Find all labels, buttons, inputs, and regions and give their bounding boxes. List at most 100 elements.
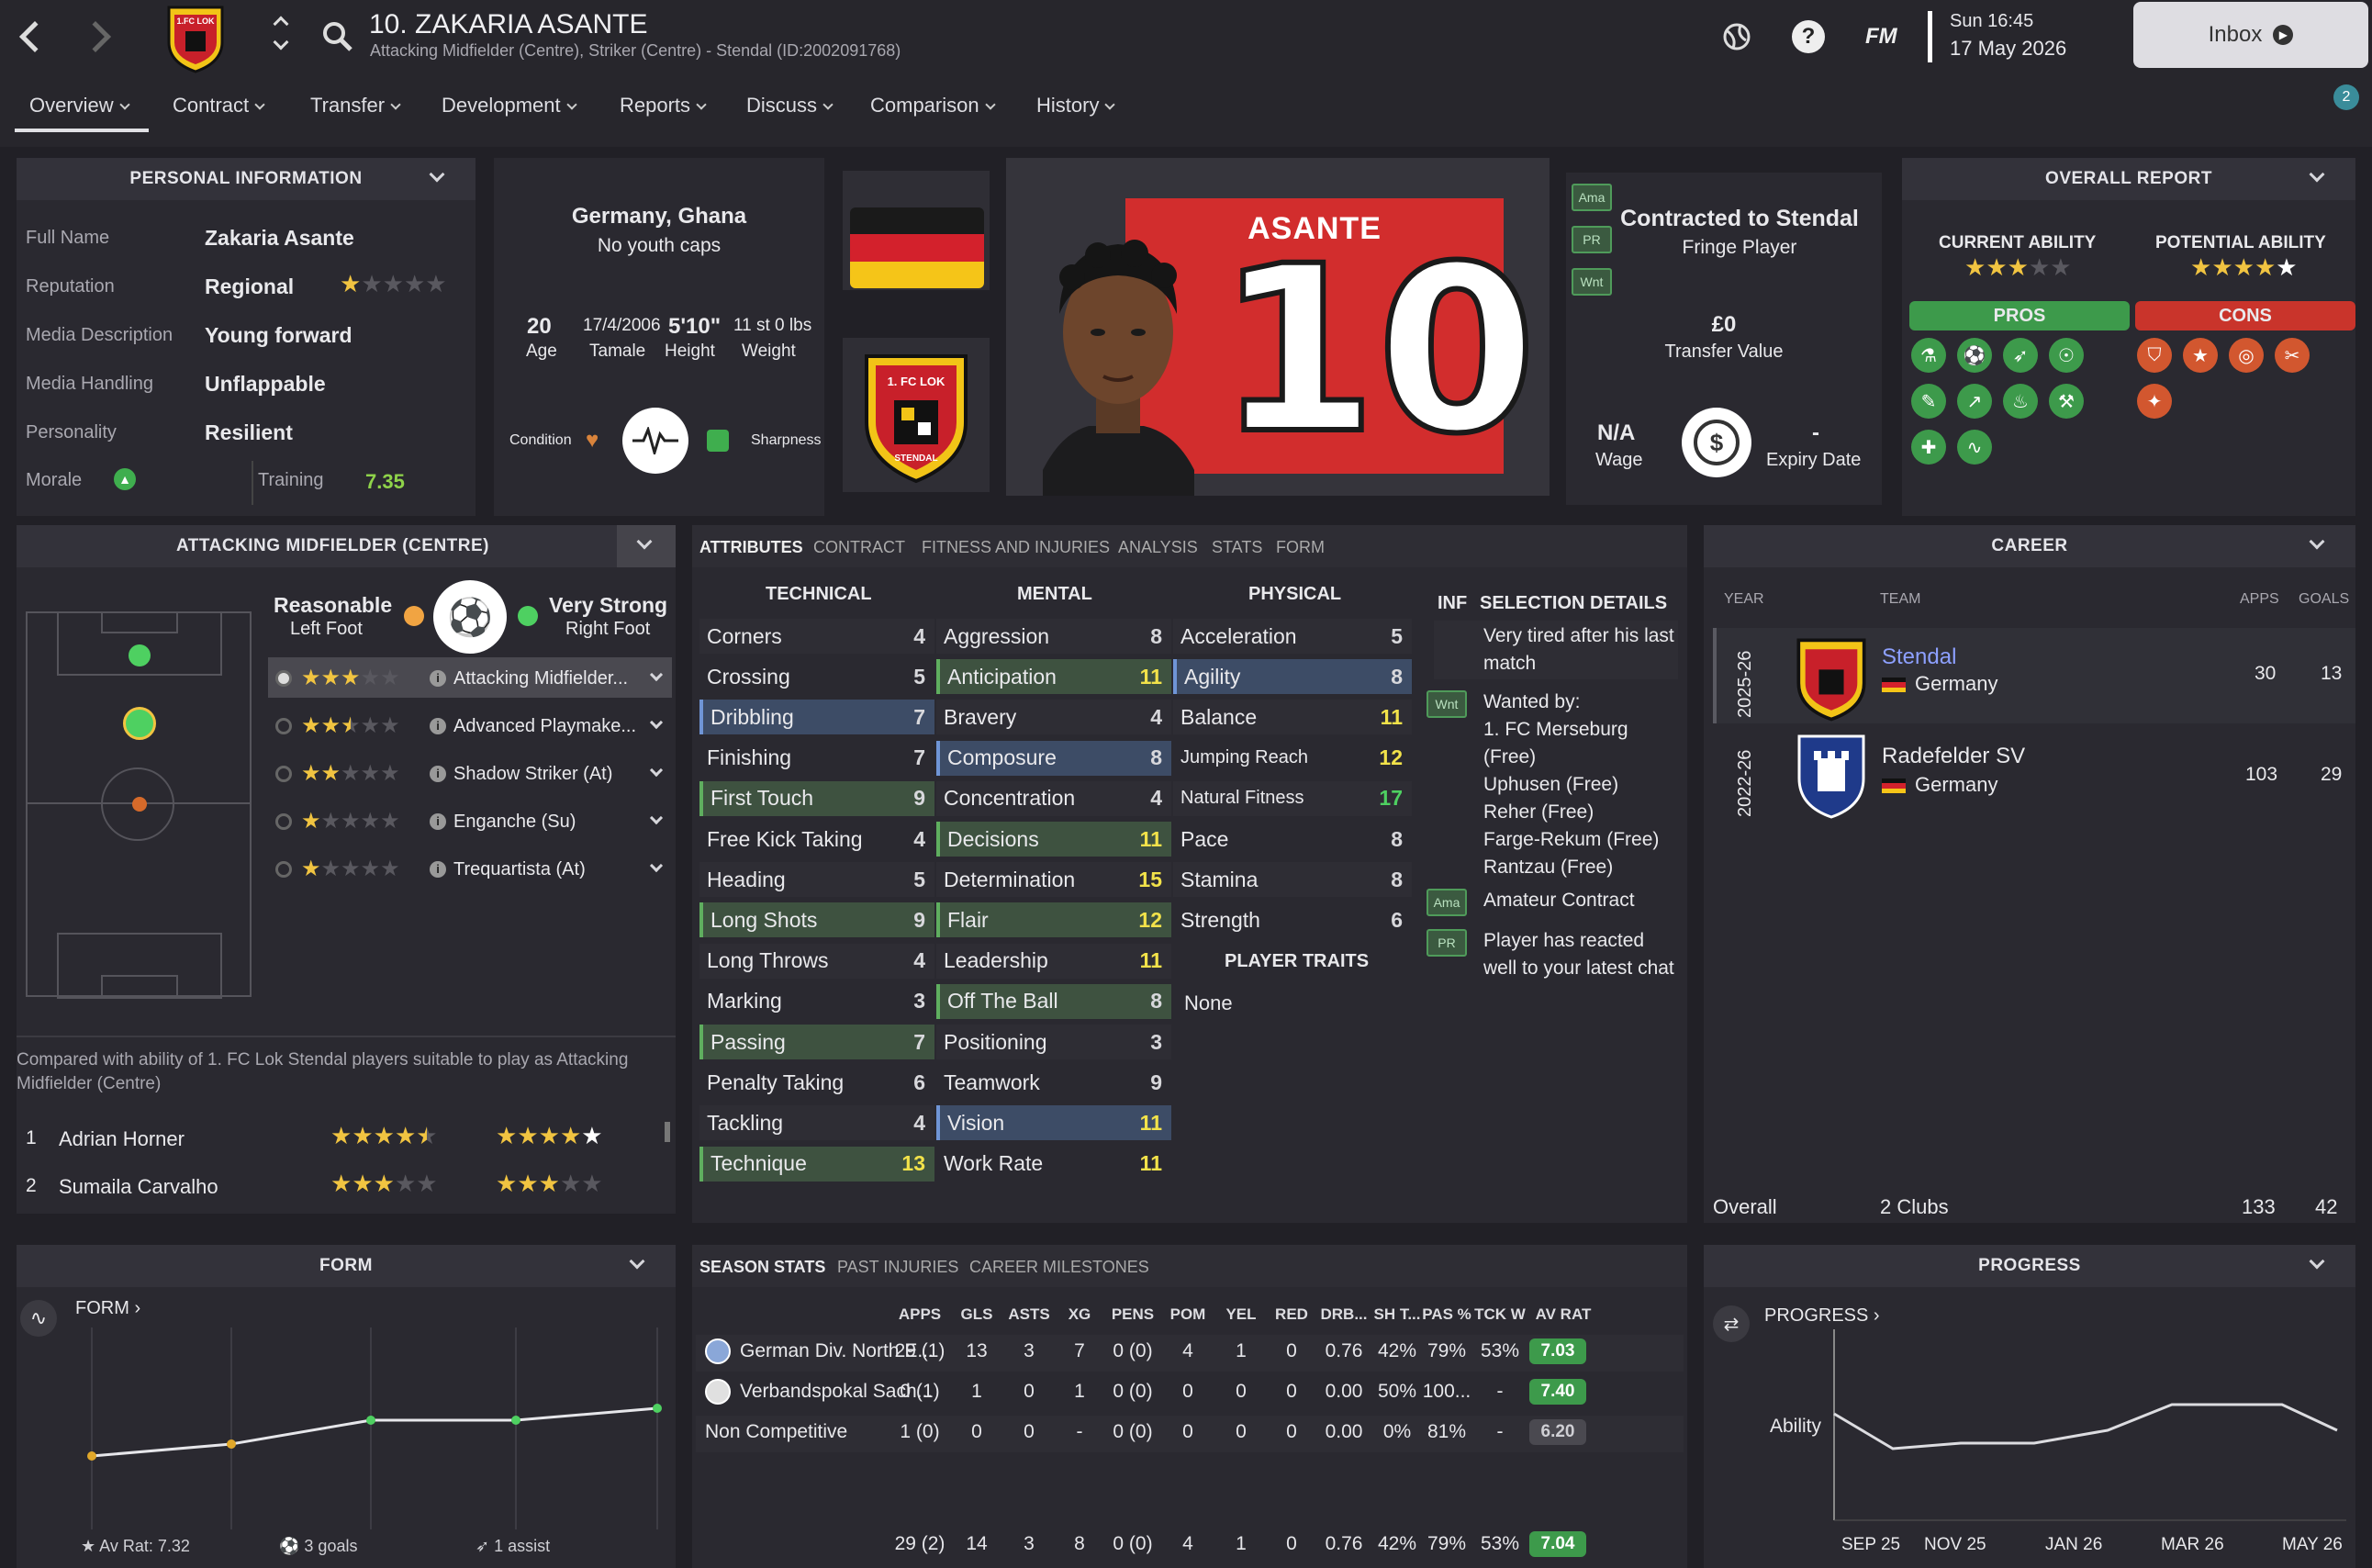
globe-icon[interactable]	[1720, 20, 1753, 53]
form-point[interactable]	[87, 1451, 96, 1461]
brain-icon[interactable]: ☉	[2049, 338, 2084, 373]
attribute-row[interactable]: Stamina 8	[1173, 862, 1412, 898]
tab-stats[interactable]: STATS	[1212, 538, 1262, 557]
form-header[interactable]: FORM	[17, 1245, 676, 1287]
overall-report-header[interactable]: OVERALL REPORT	[1902, 158, 2355, 200]
attribute-row[interactable]: Acceleration 5	[1173, 619, 1412, 654]
tackle-icon[interactable]: ✂	[2275, 338, 2310, 373]
scrollbar[interactable]	[665, 1122, 670, 1142]
role-radio[interactable]	[275, 813, 292, 830]
tab-discuss[interactable]: Discuss	[746, 94, 834, 118]
attribute-row[interactable]: Composure 8	[936, 740, 1171, 776]
stats-column-header[interactable]: AV RAT	[1522, 1305, 1605, 1324]
attribute-row[interactable]: Vision 11	[936, 1105, 1171, 1141]
position-dot-st[interactable]	[129, 644, 151, 666]
attribute-row[interactable]: Anticipation 11	[936, 659, 1171, 695]
role-radio[interactable]	[275, 718, 292, 734]
form-point[interactable]	[366, 1416, 375, 1425]
attribute-row[interactable]: Free Kick Taking 4	[699, 822, 934, 857]
tab-development[interactable]: Development	[442, 94, 577, 118]
role-radio[interactable]	[275, 766, 292, 782]
attribute-row[interactable]: Penalty Taking 6	[699, 1065, 934, 1100]
target-icon[interactable]: ◎	[2229, 338, 2264, 373]
progress-header[interactable]: PROGRESS	[1704, 1245, 2355, 1287]
tab-attributes[interactable]: ATTRIBUTES	[699, 538, 803, 557]
fm-logo[interactable]: FM	[1865, 24, 1897, 50]
attribute-row[interactable]: Passing 7	[699, 1025, 934, 1059]
trend-up-icon[interactable]: ↗	[1957, 384, 1992, 419]
attribute-row[interactable]: Teamwork 9	[936, 1065, 1171, 1100]
role-name[interactable]: Enganche (Su)	[453, 812, 576, 833]
wave-icon[interactable]: ∿	[1957, 430, 1992, 465]
role-name[interactable]: Trequartista (At)	[453, 859, 586, 880]
competition-name[interactable]: Non Competitive	[705, 1421, 847, 1443]
attribute-row[interactable]: Finishing 7	[699, 741, 934, 776]
flame-icon[interactable]: ♨	[2003, 384, 2038, 419]
attribute-row[interactable]: Marking 3	[699, 984, 934, 1019]
compare-player-name[interactable]: Adrian Horner	[59, 1127, 185, 1151]
info-icon[interactable]: i	[430, 670, 446, 687]
compare-player-name[interactable]: Sumaila Carvalho	[59, 1175, 218, 1199]
role-name[interactable]: Advanced Playmake...	[453, 716, 636, 737]
boots-icon[interactable]: ➶	[2003, 338, 2038, 373]
attribute-row[interactable]: Positioning 3	[936, 1025, 1171, 1059]
form-link[interactable]: FORM ›	[75, 1298, 140, 1319]
info-icon[interactable]: i	[430, 813, 446, 830]
tab-past-injuries[interactable]: PAST INJURIES	[837, 1258, 958, 1277]
attribute-row[interactable]: Concentration 4	[936, 780, 1171, 816]
progress-link[interactable]: PROGRESS ›	[1764, 1305, 1880, 1327]
form-point[interactable]	[653, 1404, 662, 1413]
info-icon[interactable]: i	[430, 861, 446, 878]
info-icon[interactable]: i	[430, 718, 446, 734]
tab-contract[interactable]: CONTRACT	[813, 538, 905, 557]
dribble-icon[interactable]: ⚽	[1957, 338, 1992, 373]
chevron-down-icon[interactable]	[649, 763, 664, 778]
attribute-row[interactable]: Strength 6	[1173, 902, 1412, 937]
flask-icon[interactable]: ⚗	[1911, 338, 1946, 373]
bandage-icon[interactable]: ✚	[1911, 430, 1946, 465]
dropdown-button[interactable]	[617, 525, 676, 567]
shield-icon[interactable]: ⛉	[2137, 338, 2172, 373]
role-name[interactable]: Attacking Midfielder...	[453, 668, 628, 689]
tab-analysis[interactable]: ANALYSIS	[1118, 538, 1198, 557]
tab-fitness[interactable]: FITNESS AND INJURIES	[922, 538, 1110, 557]
form-point[interactable]	[227, 1439, 236, 1449]
attribute-row[interactable]: Natural Fitness 17	[1173, 780, 1412, 816]
attribute-row[interactable]: Crossing 5	[699, 659, 934, 694]
tab-season-stats[interactable]: SEASON STATS	[699, 1258, 825, 1277]
position-header[interactable]: ATTACKING MIDFIELDER (CENTRE)	[17, 525, 676, 567]
attribute-row[interactable]: Dribbling 7	[699, 700, 934, 735]
chevron-down-icon[interactable]	[649, 811, 664, 825]
tab-form[interactable]: FORM	[1276, 538, 1325, 557]
career-team-link[interactable]: Stendal	[1882, 644, 1956, 670]
swap-icon[interactable]: ⇄	[1713, 1305, 1750, 1342]
wanted-club[interactable]: Uphusen (Free)	[1483, 771, 1618, 799]
attribute-row[interactable]: Tackling 4	[699, 1105, 934, 1141]
personal-info-header[interactable]: PERSONAL INFORMATION	[17, 158, 476, 200]
attribute-row[interactable]: Off The Ball 8	[936, 983, 1171, 1019]
attribute-row[interactable]: Pace 8	[1173, 822, 1412, 857]
shot-icon[interactable]: ✦	[2137, 384, 2172, 419]
attribute-row[interactable]: First Touch 9	[699, 780, 934, 816]
wanted-club[interactable]: Farge-Rekum (Free)	[1483, 826, 1659, 854]
tab-comparison[interactable]: Comparison	[870, 94, 996, 118]
attribute-row[interactable]: Leadership 11	[936, 943, 1171, 979]
attribute-row[interactable]: Long Throws 4	[699, 943, 934, 979]
wrench-icon[interactable]: ⚒	[2049, 384, 2084, 419]
attribute-row[interactable]: Flair 12	[936, 902, 1171, 938]
attribute-row[interactable]: Agility 8	[1173, 659, 1412, 695]
form-point[interactable]	[511, 1416, 520, 1425]
attribute-row[interactable]: Long Shots 9	[699, 902, 934, 938]
tab-reports[interactable]: Reports	[620, 94, 707, 118]
attribute-row[interactable]: Work Rate 11	[936, 1147, 1171, 1182]
notification-badge[interactable]: 2	[2333, 84, 2359, 110]
notepad-icon[interactable]: ✎	[1911, 384, 1946, 419]
attribute-row[interactable]: Bravery 4	[936, 700, 1171, 735]
chevron-down-icon[interactable]	[649, 715, 664, 730]
tab-career-milestones[interactable]: CAREER MILESTONES	[969, 1258, 1149, 1277]
inbox-button[interactable]: Inbox ▶	[2133, 2, 2368, 68]
career-header[interactable]: CAREER	[1704, 525, 2355, 567]
career-team-link[interactable]: Radefelder SV	[1882, 744, 2025, 769]
attribute-row[interactable]: Balance 11	[1173, 700, 1412, 735]
tab-overview[interactable]: Overview	[29, 94, 130, 118]
